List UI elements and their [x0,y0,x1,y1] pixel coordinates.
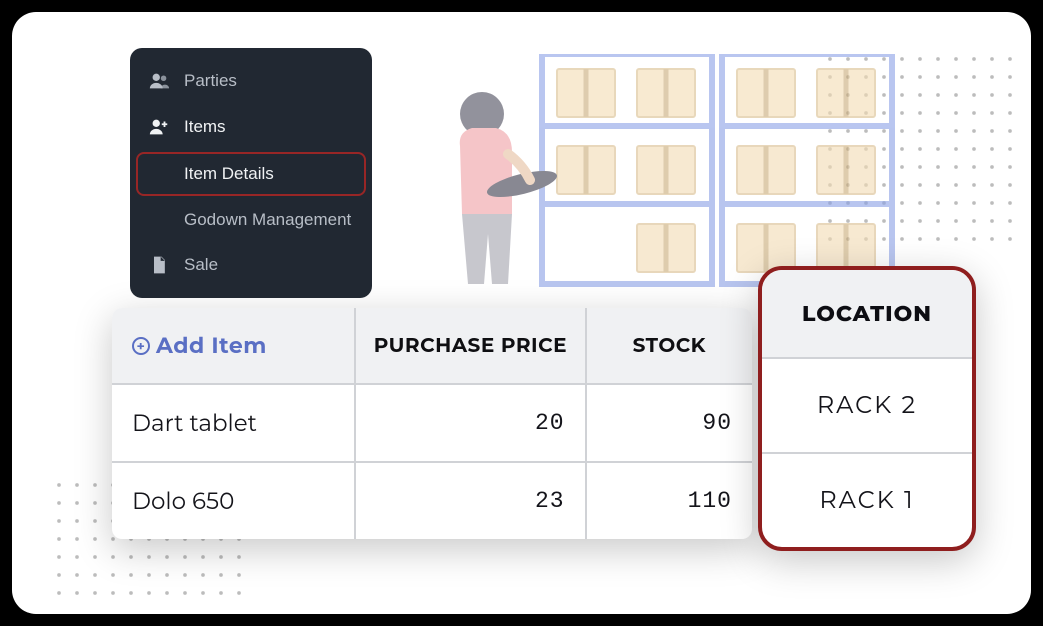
cell-item-name: Dolo 650 [112,462,355,539]
sidebar-item-items[interactable]: Items [130,104,372,150]
location-row[interactable]: RACK 2 [762,359,972,454]
cell-purchase-price: 20 [355,384,585,462]
sidebar-item-label: Parties [184,71,237,91]
people-icon [148,70,170,92]
add-item-label: Add Item [156,332,267,359]
app-canvas: Parties Items Item Details Godown Manage… [12,12,1031,614]
people-add-icon [148,116,170,138]
col-header-purchase-price: PURCHASE PRICE [355,308,585,384]
cell-stock: 110 [586,462,752,539]
add-item-button[interactable]: + Add Item [132,332,267,359]
sidebar-item-godown[interactable]: Godown Management [130,198,372,242]
sidebar-item-sale[interactable]: Sale [130,242,372,288]
table-row[interactable]: Dart tablet 20 90 [112,384,752,462]
cell-purchase-price: 23 [355,462,585,539]
sidebar-item-label: Godown Management [184,210,351,230]
col-header-stock: STOCK [586,308,752,384]
sidebar-item-parties[interactable]: Parties [130,56,372,104]
location-panel: LOCATION RACK 2 RACK 1 [758,266,976,551]
cell-item-name: Dart tablet [112,384,355,462]
sidebar-item-label: Items [184,117,226,137]
file-icon [148,254,170,276]
location-header: LOCATION [762,270,972,359]
sidebar-item-item-details[interactable]: Item Details [136,152,366,196]
items-table: + Add Item PURCHASE PRICE STOCK Dart tab… [112,308,752,539]
cell-stock: 90 [586,384,752,462]
sidebar-menu: Parties Items Item Details Godown Manage… [130,48,372,298]
location-row[interactable]: RACK 1 [762,454,972,547]
sidebar-item-label: Sale [184,255,218,275]
table-row[interactable]: Dolo 650 23 110 [112,462,752,539]
plus-circle-icon: + [132,337,150,355]
table-header-row: + Add Item PURCHASE PRICE STOCK [112,308,752,384]
sidebar-item-label: Item Details [184,164,274,184]
